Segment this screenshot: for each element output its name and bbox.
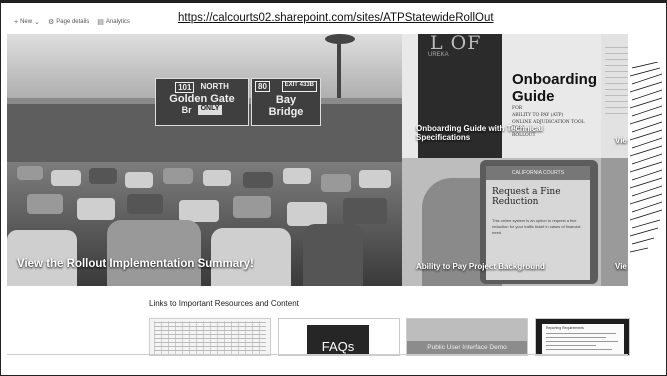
- seal-subtext: UREKA: [428, 52, 449, 58]
- link-card-reporting[interactable]: Reporting Requirements: [535, 318, 630, 356]
- onboarding-doc-title: Onboarding Guide: [512, 71, 597, 105]
- sign-bay-bridge: 80 EXIT 433B Bay Bridge: [251, 78, 321, 126]
- screen-header: CALIFORNIA COURTS: [486, 166, 590, 180]
- car: [211, 228, 291, 286]
- car: [77, 198, 115, 220]
- scribble-annotation: [629, 62, 663, 253]
- link-card-faqs[interactable]: FAQs: [278, 318, 400, 356]
- link-card-public-ui-demo[interactable]: Public User Interface Demo: [406, 318, 528, 356]
- public-ui-demo-label: Public User Interface Demo: [407, 341, 527, 355]
- sign-only: ONLY: [197, 105, 223, 115]
- doc-line: [546, 333, 616, 334]
- seal-text: L OF: [430, 34, 482, 54]
- page-details-button[interactable]: ⚙ Page details: [48, 18, 89, 26]
- page-details-label: Page details: [56, 19, 90, 25]
- sign-dest2b: Bridge: [268, 106, 304, 118]
- doc-line: [546, 349, 612, 350]
- car: [107, 220, 201, 286]
- car: [17, 166, 43, 180]
- car: [163, 168, 193, 184]
- onboarding-label: Onboarding Guide with Technical Specific…: [416, 124, 543, 143]
- site-url-link[interactable]: https://calcourts02.sharepoint.com/sites…: [178, 12, 494, 24]
- sign-direction: NORTH: [200, 82, 229, 91]
- car: [343, 198, 387, 224]
- screen-title: Request a Fine Reduction: [492, 187, 561, 207]
- tile-top-right[interactable]: Vie: [601, 34, 628, 158]
- car: [287, 202, 327, 226]
- links-section-title: Links to Important Resources and Content: [149, 299, 299, 308]
- analytics-button[interactable]: ▤ Analytics: [97, 18, 130, 26]
- tile-ability-to-pay[interactable]: CALIFORNIA COURTS Request a Fine Reducti…: [402, 158, 601, 286]
- car: [89, 168, 117, 184]
- sign-shield-80: 80: [255, 81, 270, 92]
- command-bar: + New ⌄ ⚙ Page details ▤ Analytics: [14, 18, 130, 27]
- gear-icon: ⚙: [47, 19, 55, 26]
- reporting-doc-title: Reporting Requirements: [546, 326, 584, 330]
- car: [203, 170, 231, 186]
- car: [179, 200, 219, 222]
- car: [233, 196, 271, 218]
- reporting-doc-thumbnail: Reporting Requirements: [542, 324, 624, 355]
- car: [283, 168, 311, 184]
- hero-label: View the Rollout Implementation Summary!: [17, 258, 254, 270]
- sign-golden-gate: 101 NORTH Golden Gate Br ONLY: [155, 78, 249, 126]
- tile-bottom-right[interactable]: Vie: [601, 158, 628, 286]
- doc-line: [546, 337, 606, 338]
- doc-line: FOR: [512, 106, 523, 111]
- car: [127, 194, 163, 214]
- chart-icon: ▤: [97, 19, 104, 26]
- sign-exit-number: 433B: [299, 82, 314, 88]
- car: [303, 224, 363, 286]
- spreadsheet-thumbnail: [154, 321, 266, 355]
- hero-tile-rollout-summary[interactable]: 101 NORTH Golden Gate Br ONLY 80 EXIT 43…: [7, 34, 402, 286]
- new-label: New: [20, 19, 33, 25]
- doc-line: [546, 345, 596, 346]
- sign-exit-label: EXIT: [284, 82, 298, 88]
- top-border: [0, 0, 667, 3]
- faqs-label: FAQs: [307, 325, 369, 355]
- bottom-divider: [7, 354, 628, 355]
- doc-line: ABILITY TO PAY (ATP): [512, 112, 564, 118]
- sign-dest2: Bay: [275, 94, 297, 106]
- car: [125, 172, 153, 188]
- plus-icon: +: [14, 18, 19, 26]
- ability-label: Ability to Pay Project Background: [416, 262, 545, 271]
- doc-line: [546, 341, 618, 342]
- sign-exit: EXIT 433B: [281, 81, 317, 92]
- palm-fronds: [325, 34, 355, 44]
- sign-dest1: Golden Gate: [169, 93, 235, 105]
- calendar-image: [605, 44, 628, 114]
- tile-onboarding-guide[interactable]: L OF UREKA Onboarding Guide FOR ABILITY …: [402, 34, 601, 158]
- car: [27, 194, 63, 214]
- screen-body: This online system is an option to reque…: [492, 218, 581, 235]
- car: [243, 172, 273, 188]
- chevron-down-icon: ⌄: [34, 19, 40, 26]
- new-button[interactable]: + New ⌄: [14, 18, 40, 27]
- sign-shield-101: 101: [175, 82, 195, 93]
- sign-dest1b: Br: [181, 105, 192, 115]
- analytics-label: Analytics: [105, 19, 130, 25]
- palm-tree: [337, 34, 341, 104]
- car: [51, 170, 81, 186]
- top-right-label: Vie: [615, 136, 627, 145]
- link-card-spreadsheet[interactable]: [149, 318, 271, 356]
- car: [359, 170, 391, 188]
- car: [321, 174, 351, 192]
- bottom-right-label: Vie: [615, 262, 627, 271]
